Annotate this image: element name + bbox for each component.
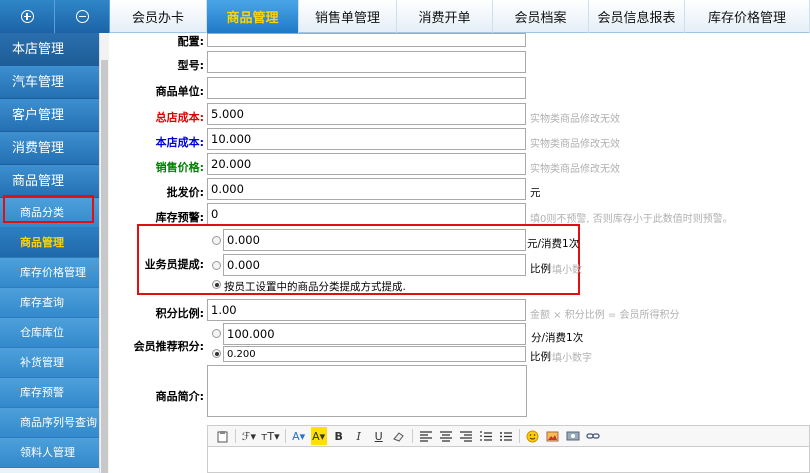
sidebar-item-product[interactable]: 商品管理 (0, 165, 99, 198)
sidebar-sub-stock-price[interactable]: 库存价格管理 (0, 258, 99, 288)
expand-all-button[interactable] (0, 0, 55, 33)
collapse-all-button[interactable] (55, 0, 110, 33)
commission-amount-input[interactable] (223, 229, 526, 251)
wholesale-input[interactable] (207, 178, 526, 200)
stock-alert-input[interactable] (207, 203, 526, 225)
font-family-button[interactable]: ℱ▾ (241, 427, 257, 445)
tab-member-records[interactable]: 会员档案 (493, 0, 589, 33)
model-label: 型号: (177, 59, 204, 72)
intro-textarea[interactable] (207, 365, 527, 417)
referral-label: 会员推荐积分: (133, 340, 204, 353)
stock-alert-label: 库存预警: (155, 211, 204, 224)
commission-category-radio[interactable] (212, 280, 221, 289)
model-input[interactable] (207, 51, 526, 73)
top-nav: 会员办卡 商品管理 销售单管理 消费开单 会员档案 会员信息报表 库存价格管理 (110, 0, 810, 33)
sidebar-sub-warehouse-location[interactable]: 仓库库位 (0, 318, 99, 348)
sidebar-selection-highlight (3, 195, 94, 223)
editor-toolbar: ℱ▾ тT▾ A▾ A▾ B I U (207, 425, 810, 447)
wholesale-label: 批发价: (166, 186, 204, 199)
italic-button[interactable]: I (351, 427, 367, 445)
sidebar-sub-stock-alert[interactable]: 库存预警 (0, 378, 99, 408)
unit-label: 商品单位: (155, 85, 204, 98)
referral-ratio-hint: 填小数字 (552, 353, 592, 364)
tab-product-management[interactable]: 商品管理 (207, 0, 299, 33)
eraser-icon[interactable] (391, 427, 407, 445)
sidebar-item-store[interactable]: 本店管理 (0, 33, 99, 66)
wholesale-unit: 元 (530, 187, 541, 199)
hq-cost-input[interactable] (207, 103, 526, 125)
minus-circle-icon (75, 10, 89, 23)
align-center-icon[interactable] (438, 427, 454, 445)
align-right-icon[interactable] (458, 427, 474, 445)
emoticon-icon[interactable] (525, 427, 541, 445)
sidebar-sub-serial-query[interactable]: 商品序列号查询 (0, 408, 99, 438)
sidebar-item-car[interactable]: 汽车管理 (0, 66, 99, 99)
toolbar-separator (411, 429, 413, 443)
sale-price-hint: 实物类商品修改无效 (530, 164, 620, 175)
intro-label: 商品简介: (155, 390, 204, 403)
sidebar-sub-restock[interactable]: 补货管理 (0, 348, 99, 378)
commission-category-text: 按员工设置中的商品分类提成方式提成. (224, 281, 406, 293)
unit-input[interactable] (207, 77, 526, 99)
commission-ratio-unit: 比例 (530, 263, 551, 275)
clipboard-icon[interactable] (214, 427, 230, 445)
align-left-icon[interactable] (418, 427, 434, 445)
commission-ratio-input[interactable] (223, 254, 526, 276)
commission-ratio-hint: 填小数 (552, 265, 582, 276)
store-cost-input[interactable] (207, 128, 526, 150)
referral-amount-radio[interactable] (212, 329, 221, 338)
commission-ratio-radio[interactable] (212, 261, 221, 270)
flash-icon[interactable] (565, 427, 581, 445)
sidebar-item-customer[interactable]: 客户管理 (0, 99, 99, 132)
sale-price-label: 销售价格: (155, 161, 204, 174)
image-icon[interactable] (545, 427, 561, 445)
tab-member-report[interactable]: 会员信息报表 (589, 0, 685, 33)
sidebar-item-consumption[interactable]: 消费管理 (0, 132, 99, 165)
editor-content-area[interactable] (207, 447, 810, 473)
font-size-button[interactable]: тT▾ (261, 427, 280, 445)
underline-button[interactable]: U (371, 427, 387, 445)
tab-sales-orders[interactable]: 销售单管理 (299, 0, 397, 33)
link-icon[interactable] (585, 427, 601, 445)
referral-ratio-input[interactable] (223, 346, 526, 362)
ordered-list-icon[interactable] (478, 427, 494, 445)
corner-toolbar (0, 0, 110, 33)
config-input[interactable] (207, 33, 526, 47)
sale-price-input[interactable] (207, 153, 526, 175)
plus-circle-icon (20, 10, 34, 23)
referral-amount-unit: 分/消费1次 (531, 332, 584, 344)
unordered-list-icon[interactable] (498, 427, 514, 445)
hq-cost-label: 总店成本: (155, 111, 204, 124)
store-cost-label: 本店成本: (155, 136, 204, 149)
store-cost-hint: 实物类商品修改无效 (530, 139, 620, 150)
commission-label: 业务员提成: (144, 258, 204, 271)
referral-ratio-radio[interactable] (212, 349, 221, 358)
points-ratio-label: 积分比例: (155, 307, 204, 320)
font-color-button[interactable]: A▾ (291, 427, 307, 445)
background-color-button[interactable]: A▾ (310, 427, 327, 445)
tab-member-card[interactable]: 会员办卡 (110, 0, 207, 33)
tab-consumption-billing[interactable]: 消费开单 (397, 0, 493, 33)
commission-amount-unit: 元/消费1次 (527, 238, 580, 250)
hq-cost-hint: 实物类商品修改无效 (530, 114, 620, 125)
points-ratio-input[interactable] (207, 299, 526, 321)
referral-ratio-unit: 比例 (530, 351, 551, 363)
sidebar-sub-picker[interactable]: 领料人管理 (0, 438, 99, 468)
toolbar-separator (518, 429, 520, 443)
toolbar-separator (235, 429, 236, 443)
sidebar-sub-product-management[interactable]: 商品管理 (0, 228, 99, 258)
toolbar-separator (284, 429, 286, 443)
bold-button[interactable]: B (331, 427, 347, 445)
points-ratio-hint: 金额 × 积分比例 = 会员所得积分 (530, 310, 680, 321)
sidebar-sub-stock-query[interactable]: 库存查询 (0, 288, 99, 318)
referral-amount-input[interactable] (223, 323, 526, 345)
stock-alert-hint: 填0则不预警, 否则库存小于此数值时则预警。 (530, 214, 733, 225)
sidebar: 本店管理 汽车管理 客户管理 消费管理 商品管理 商品分类 商品管理 库存价格管… (0, 33, 99, 473)
config-label: 配置: (177, 35, 204, 48)
tab-stock-price[interactable]: 库存价格管理 (685, 0, 810, 33)
commission-amount-radio[interactable] (212, 236, 221, 245)
